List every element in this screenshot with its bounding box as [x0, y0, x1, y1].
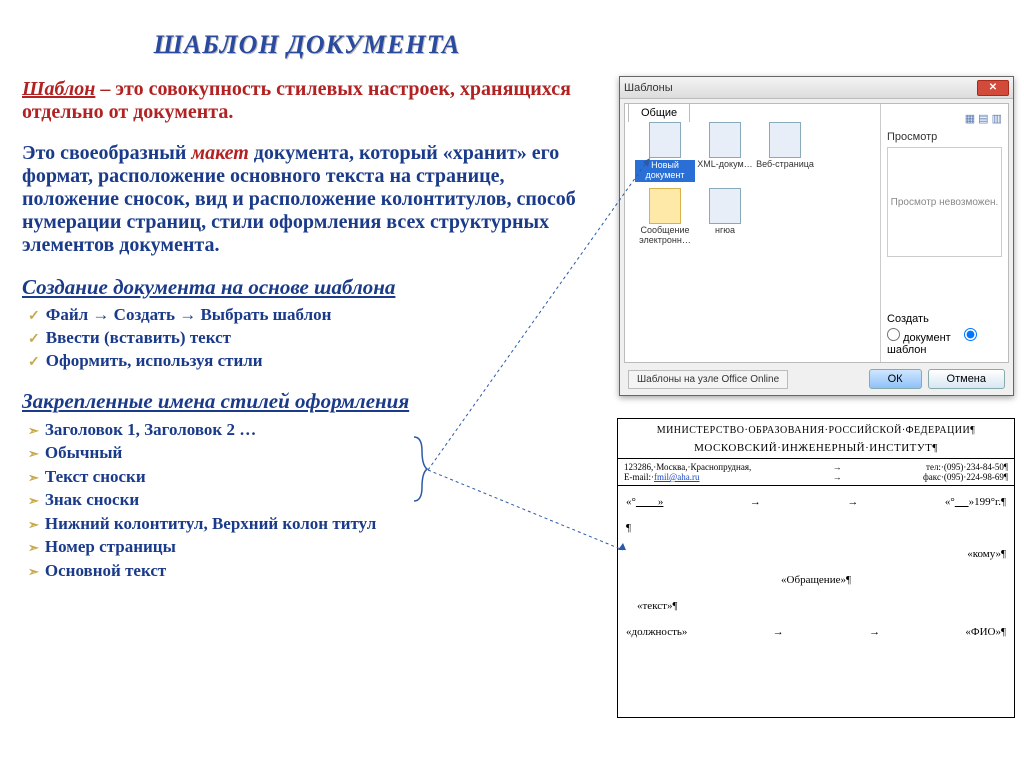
doc-email-label: E-mail:· [624, 472, 654, 482]
brace-icon [410, 435, 428, 503]
templates-pane: Новый документ XML-докум… Веб-страница С… [625, 104, 880, 362]
step-item: Ввести (вставить) текст [28, 327, 592, 350]
description-paragraph: Это своеобразный макет документа, которы… [22, 142, 592, 257]
doc-address: 123286,·Москва,·Краснопрудная, [624, 462, 751, 472]
style-item: Основной текст [28, 559, 592, 582]
doc-field-obr: «Обращение»¶ [626, 574, 1006, 586]
radio-document[interactable]: документ [887, 332, 951, 344]
subheading-styles: Закрепленные имена стилей оформления [22, 389, 592, 414]
step-item: Файл → Создать → Выбрать шаблон [28, 304, 592, 327]
doc-field-text: «текст»¶ [637, 600, 677, 612]
style-item: Нижний колонтитул, Верхний колон титул [28, 512, 592, 535]
subheading-create: Создание документа на основе шаблона [22, 275, 592, 300]
doc-email-link[interactable]: fmil@aha.ru [654, 472, 700, 482]
doc-header-line2: МОСКОВСКИЙ·ИНЖЕНЕРНЫЙ·ИНСТИТУТ¶ [624, 442, 1008, 454]
doc-tel: тел:·(095)·234-84-50¶ [926, 462, 1008, 472]
doc-field-fio: «ФИО»¶ [965, 626, 1006, 638]
templates-dialog: Шаблоны ✕ Общие Новый документ XML-докум… [619, 76, 1014, 396]
cancel-button[interactable]: Отмена [928, 369, 1005, 389]
doc-date-left: «° [626, 496, 636, 508]
preview-pane: ▦ ▤ ▥ Просмотр Просмотр невозможен. Созд… [880, 104, 1008, 362]
doc-fax: факс·(095)·224-98-69¶ [923, 472, 1008, 482]
template-item-xml[interactable]: XML-докум… [695, 122, 755, 182]
document-icon [649, 122, 681, 158]
step-item: Оформить, используя стили [28, 350, 592, 373]
template-item-web[interactable]: Веб-страница [755, 122, 815, 182]
envelope-icon [649, 188, 681, 224]
styles-list: Заголовок 1, Заголовок 2 … Обычный Текст… [22, 418, 592, 582]
doc-field-dolz: «должность» [626, 626, 687, 638]
document-icon [769, 122, 801, 158]
style-item: Знак сноски [28, 488, 592, 511]
steps-list: Файл → Создать → Выбрать шаблон Ввести (… [22, 304, 592, 373]
create-label: Создать [887, 313, 1002, 325]
style-item: Обычный [28, 441, 592, 464]
style-item: Номер страницы [28, 535, 592, 558]
tab-general[interactable]: Общие [628, 103, 690, 122]
ok-button[interactable]: ОК [869, 369, 922, 389]
view-toggle-icons[interactable]: ▦ ▤ ▥ [887, 112, 1002, 125]
definition-paragraph: Шаблон – это совокупность стилевых настр… [22, 78, 592, 124]
doc-field-komu: «кому»¶ [967, 548, 1006, 560]
preview-label: Просмотр [887, 131, 1002, 143]
desc-em: макет [191, 142, 248, 164]
dialog-titlebar[interactable]: Шаблоны ✕ [620, 77, 1013, 99]
close-icon[interactable]: ✕ [977, 80, 1009, 96]
template-item-email[interactable]: Сообщение электронн… [635, 188, 695, 246]
definition-text: – это совокупность стилевых настроек, хр… [22, 78, 571, 123]
template-item-new-document[interactable]: Новый документ [635, 122, 695, 182]
document-icon [709, 188, 741, 224]
style-item: Заголовок 1, Заголовок 2 … [28, 418, 592, 441]
office-online-link[interactable]: Шаблоны на узле Office Online [628, 370, 788, 389]
doc-date-right: 199°г.¶ [974, 496, 1006, 508]
template-item-ngua[interactable]: нгюа [695, 188, 755, 246]
desc-a: Это своеобразный [22, 142, 191, 164]
term-shablon: Шаблон [22, 78, 95, 100]
doc-header-line1: МИНИСТЕРСТВО·ОБРАЗОВАНИЯ·РОССИЙСКОЙ·ФЕДЕ… [624, 425, 1008, 436]
style-item: Текст сноски [28, 465, 592, 488]
document-sample: МИНИСТЕРСТВО·ОБРАЗОВАНИЯ·РОССИЙСКОЙ·ФЕДЕ… [617, 418, 1015, 718]
document-icon [709, 122, 741, 158]
preview-box: Просмотр невозможен. [887, 147, 1002, 257]
page-title: ШАБЛОН ДОКУМЕНТА [22, 30, 592, 60]
dialog-title: Шаблоны [624, 82, 977, 94]
